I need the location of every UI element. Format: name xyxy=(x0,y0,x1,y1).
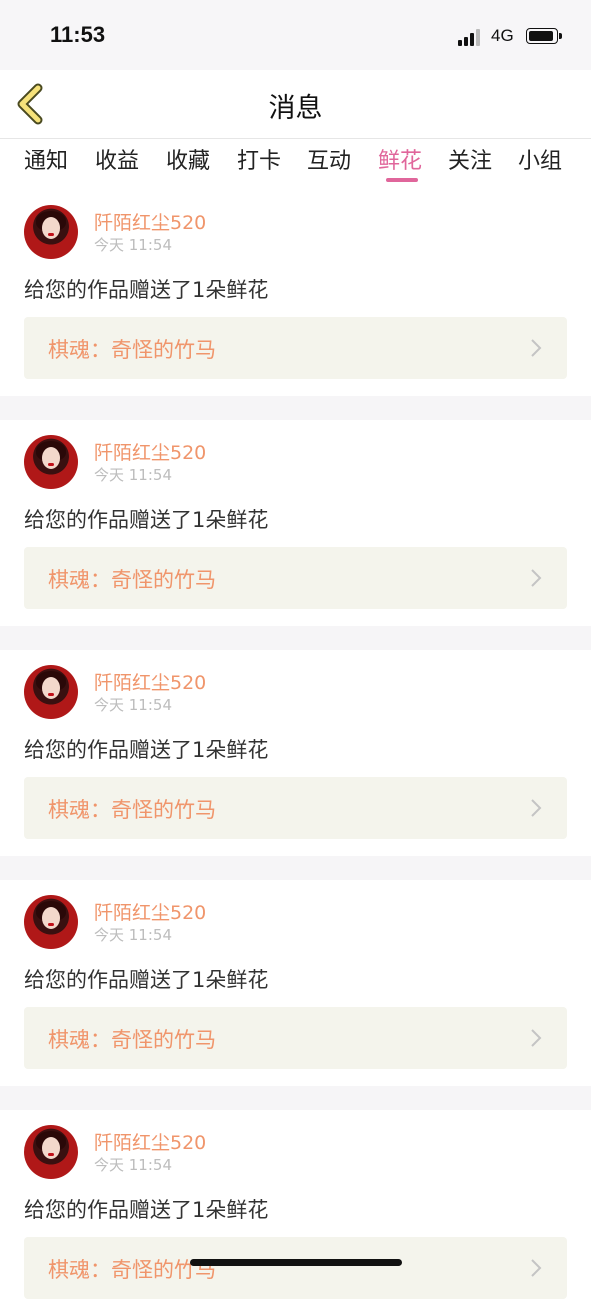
message-text: 给您的作品赠送了1朵鲜花 xyxy=(24,278,269,302)
username[interactable]: 阡陌红尘520 xyxy=(94,1128,206,1155)
tab-flowers[interactable]: 鲜花 xyxy=(378,143,422,175)
message-feed: 阡陌红尘520 今天 11:54 给您的作品赠送了1朵鲜花 棋魂：奇怪的竹马 阡… xyxy=(0,190,591,1316)
work-title: 棋魂：奇怪的竹马 xyxy=(48,568,216,592)
tab-interaction[interactable]: 互动 xyxy=(307,143,351,175)
chevron-right-icon xyxy=(531,339,542,357)
work-link[interactable]: 棋魂：奇怪的竹马 xyxy=(24,317,567,379)
avatar[interactable] xyxy=(24,665,78,719)
work-link[interactable]: 棋魂：奇怪的竹马 xyxy=(24,1237,567,1299)
work-link[interactable]: 棋魂：奇怪的竹马 xyxy=(24,1007,567,1069)
work-title: 棋魂：奇怪的竹马 xyxy=(48,798,216,822)
avatar[interactable] xyxy=(24,1125,78,1179)
tab-notifications[interactable]: 通知 xyxy=(24,143,68,175)
home-indicator[interactable] xyxy=(190,1259,402,1266)
message-card: 阡陌红尘520 今天 11:54 给您的作品赠送了1朵鲜花 棋魂：奇怪的竹马 xyxy=(0,1110,591,1316)
chevron-right-icon xyxy=(531,569,542,587)
timestamp: 今天 11:54 xyxy=(94,1156,172,1174)
username[interactable]: 阡陌红尘520 xyxy=(94,898,206,925)
message-text: 给您的作品赠送了1朵鲜花 xyxy=(24,738,269,762)
status-time: 11:53 xyxy=(50,22,106,47)
nav-bar: 消息 xyxy=(0,70,591,139)
chevron-right-icon xyxy=(531,1029,542,1047)
work-title: 棋魂：奇怪的竹马 xyxy=(48,338,216,362)
tab-favorites[interactable]: 收藏 xyxy=(166,143,210,175)
battery-icon xyxy=(526,28,562,44)
divider xyxy=(0,1086,591,1110)
avatar[interactable] xyxy=(24,435,78,489)
message-text: 给您的作品赠送了1朵鲜花 xyxy=(24,1198,269,1222)
tab-earnings[interactable]: 收益 xyxy=(95,143,139,175)
message-card: 阡陌红尘520 今天 11:54 给您的作品赠送了1朵鲜花 棋魂：奇怪的竹马 xyxy=(0,880,591,1086)
timestamp: 今天 11:54 xyxy=(94,466,172,484)
tab-following[interactable]: 关注 xyxy=(448,143,492,175)
chevron-right-icon xyxy=(531,1259,542,1277)
network-label: 4G xyxy=(491,26,514,45)
chevron-right-icon xyxy=(531,799,542,817)
message-card: 阡陌红尘520 今天 11:54 给您的作品赠送了1朵鲜花 棋魂：奇怪的竹马 xyxy=(0,190,591,396)
timestamp: 今天 11:54 xyxy=(94,696,172,714)
tab-checkin[interactable]: 打卡 xyxy=(237,143,281,175)
work-title: 棋魂：奇怪的竹马 xyxy=(48,1028,216,1052)
avatar[interactable] xyxy=(24,205,78,259)
tab-bar: 通知 收益 收藏 打卡 互动 鲜花 关注 小组 xyxy=(0,139,591,189)
active-tab-indicator xyxy=(386,178,418,182)
work-link[interactable]: 棋魂：奇怪的竹马 xyxy=(24,547,567,609)
message-card: 阡陌红尘520 今天 11:54 给您的作品赠送了1朵鲜花 棋魂：奇怪的竹马 xyxy=(0,420,591,626)
divider xyxy=(0,396,591,420)
signal-icon xyxy=(458,28,484,46)
username[interactable]: 阡陌红尘520 xyxy=(94,208,206,235)
timestamp: 今天 11:54 xyxy=(94,236,172,254)
divider xyxy=(0,856,591,880)
avatar[interactable] xyxy=(24,895,78,949)
message-text: 给您的作品赠送了1朵鲜花 xyxy=(24,508,269,532)
username[interactable]: 阡陌红尘520 xyxy=(94,438,206,465)
timestamp: 今天 11:54 xyxy=(94,926,172,944)
message-card: 阡陌红尘520 今天 11:54 给您的作品赠送了1朵鲜花 棋魂：奇怪的竹马 xyxy=(0,650,591,856)
divider xyxy=(0,626,591,650)
tab-groups[interactable]: 小组 xyxy=(518,143,562,175)
status-bar: 11:53 4G xyxy=(0,0,591,70)
page-title: 消息 xyxy=(268,93,323,124)
work-link[interactable]: 棋魂：奇怪的竹马 xyxy=(24,777,567,839)
username[interactable]: 阡陌红尘520 xyxy=(94,668,206,695)
message-text: 给您的作品赠送了1朵鲜花 xyxy=(24,968,269,992)
